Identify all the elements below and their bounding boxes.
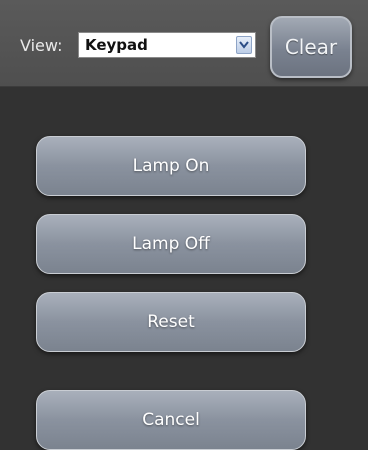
lamp-off-button[interactable]: Lamp Off (36, 214, 306, 274)
view-dropdown-value: Keypad (85, 36, 148, 54)
reset-button[interactable]: Reset (36, 292, 306, 352)
chevron-down-icon[interactable] (236, 36, 252, 54)
view-label: View: (20, 36, 63, 55)
cancel-button[interactable]: Cancel (36, 390, 306, 450)
top-toolbar: View: Keypad Clear (0, 0, 368, 87)
lamp-on-button[interactable]: Lamp On (36, 136, 306, 196)
view-dropdown[interactable]: Keypad (78, 32, 256, 58)
clear-button[interactable]: Clear (270, 16, 352, 78)
